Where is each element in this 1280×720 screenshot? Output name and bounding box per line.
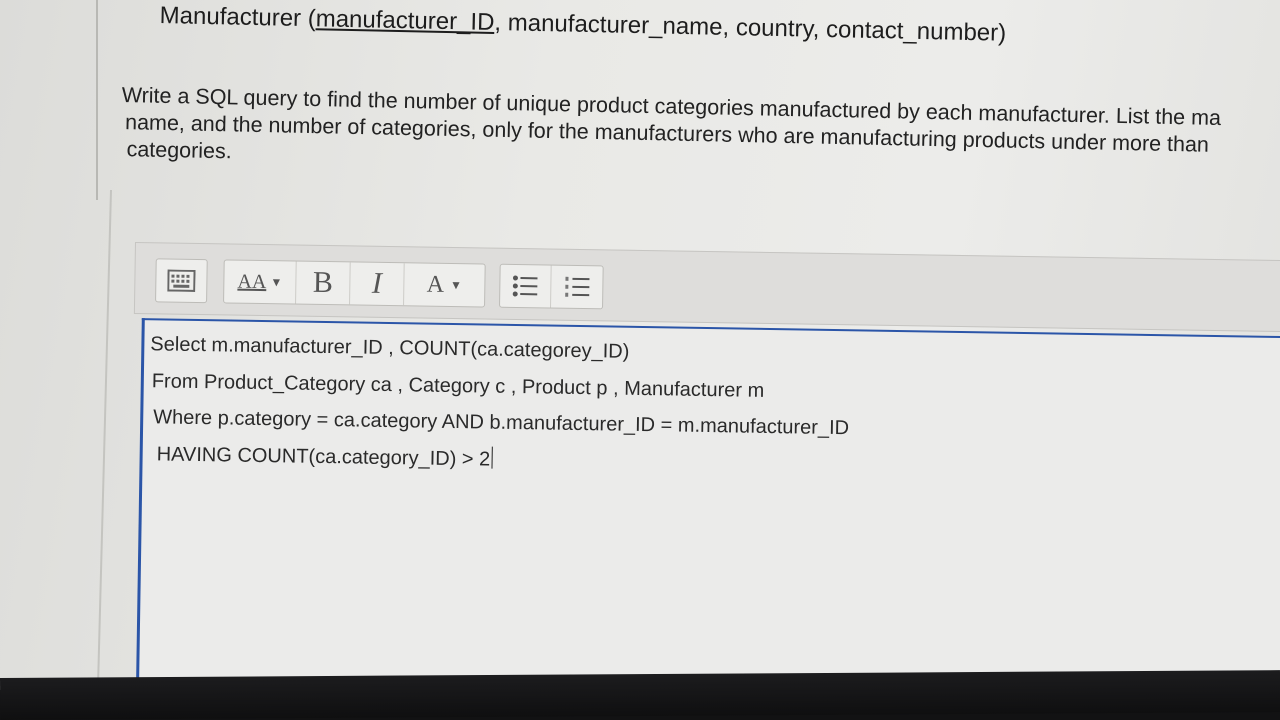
numbered-list-icon xyxy=(564,276,589,297)
bullet-list-button[interactable] xyxy=(500,264,552,308)
photo-of-screen: Manufacturer (manufacturer_ID, manufactu… xyxy=(0,0,1280,720)
monitor-bezel xyxy=(0,670,1280,720)
answer-line: HAVING COUNT(ca.category_ID) > 2 xyxy=(156,442,491,471)
caret-down-icon: ▼ xyxy=(449,277,463,292)
keyboard-icon xyxy=(167,269,196,292)
italic-button[interactable]: I xyxy=(350,262,405,306)
editor-toolbar: AA ▼ B I A ▼ xyxy=(133,242,1280,333)
font-size-button[interactable]: AA ▼ xyxy=(224,260,297,304)
answer-content: Select m.manufacturer_ID , COUNT(ca.cate… xyxy=(148,326,850,483)
font-size-label: AA xyxy=(237,270,267,293)
keyboard-button[interactable] xyxy=(156,259,207,302)
schema-prefix: Manufacturer ( xyxy=(159,2,317,33)
manufacturer-schema: Manufacturer (manufacturer_ID, manufactu… xyxy=(159,2,1279,53)
page-margin-rule xyxy=(96,0,98,200)
italic-label: I xyxy=(371,266,383,300)
rich-text-editor: AA ▼ B I A ▼ Select m.manufacturer_ID , … xyxy=(128,242,1280,720)
font-color-label: A xyxy=(426,271,445,298)
answer-text-area[interactable]: Select m.manufacturer_ID , COUNT(ca.cate… xyxy=(135,318,1280,720)
toolbar-group-lists xyxy=(499,263,604,310)
bullet-list-icon xyxy=(512,275,538,297)
text-caret xyxy=(491,446,493,469)
page-margin-rule-lower xyxy=(96,189,112,690)
toolbar-group-keyboard xyxy=(155,258,208,304)
caret-down-icon: ▼ xyxy=(270,274,283,289)
schema-columns: , manufacturer_name, country, contact_nu… xyxy=(494,9,1007,47)
question-text: Write a SQL query to find the number of … xyxy=(120,82,1280,188)
toolbar-group-format: AA ▼ B I A ▼ xyxy=(223,259,486,308)
font-color-button[interactable]: A ▼ xyxy=(404,263,485,306)
numbered-list-button[interactable] xyxy=(551,266,603,309)
schema-primary-key: manufacturer_ID xyxy=(315,5,495,37)
bold-button[interactable]: B xyxy=(296,261,351,305)
bold-label: B xyxy=(312,265,334,300)
